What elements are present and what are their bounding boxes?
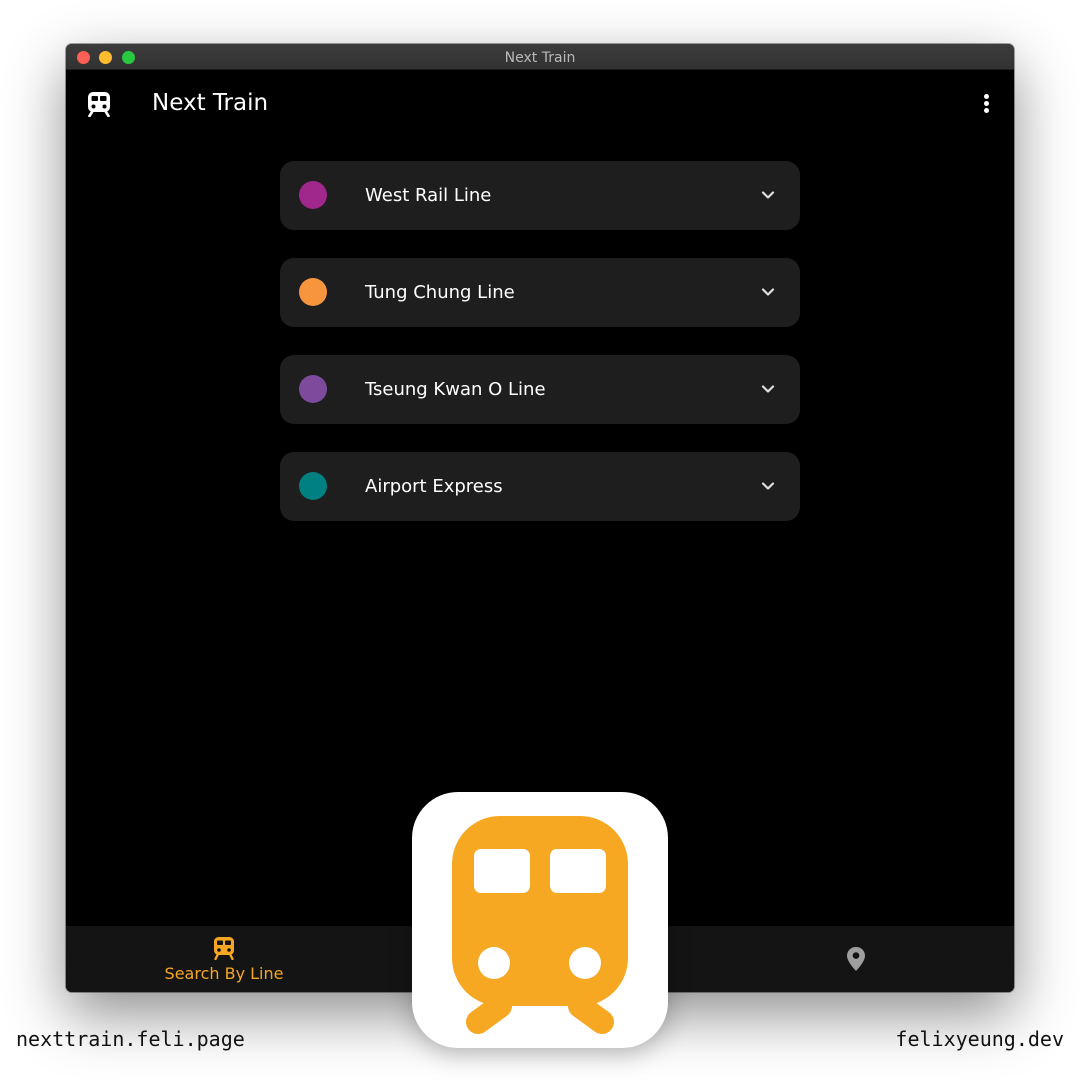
nav-search-by-line[interactable]: Search By Line bbox=[66, 926, 382, 992]
line-card-airport-express[interactable]: Airport Express bbox=[280, 452, 800, 521]
line-color-dot bbox=[299, 375, 327, 403]
line-name: Airport Express bbox=[365, 476, 503, 497]
more-options-button[interactable] bbox=[978, 92, 994, 116]
line-card-west-rail[interactable]: West Rail Line bbox=[280, 161, 800, 230]
app-title: Next Train bbox=[152, 90, 269, 116]
line-color-dot bbox=[299, 181, 327, 209]
nav-nearby[interactable] bbox=[698, 926, 1014, 992]
line-list: West Rail Line Tung Chung Line Tseung Kw… bbox=[280, 161, 800, 549]
chevron-down-icon[interactable] bbox=[760, 478, 776, 494]
line-name: Tseung Kwan O Line bbox=[365, 379, 546, 400]
chevron-down-icon[interactable] bbox=[760, 187, 776, 203]
train-app-icon bbox=[452, 816, 628, 1034]
location-pin-icon bbox=[847, 947, 865, 971]
window-titlebar: Next Train bbox=[66, 44, 1014, 70]
train-icon bbox=[214, 937, 234, 960]
line-card-tseung-kwan-o[interactable]: Tseung Kwan O Line bbox=[280, 355, 800, 424]
nav-label: Search By Line bbox=[164, 964, 284, 983]
chevron-down-icon[interactable] bbox=[760, 381, 776, 397]
line-color-dot bbox=[299, 278, 327, 306]
train-icon bbox=[88, 92, 110, 117]
line-name: West Rail Line bbox=[365, 185, 492, 206]
line-color-dot bbox=[299, 472, 327, 500]
chevron-down-icon[interactable] bbox=[760, 284, 776, 300]
stage: Next Train Next Train West Rail Line Tun… bbox=[0, 0, 1080, 1080]
footer-author: felixyeung.dev bbox=[895, 1027, 1064, 1051]
window-title: Next Train bbox=[504, 50, 576, 66]
line-card-tung-chung[interactable]: Tung Chung Line bbox=[280, 258, 800, 327]
line-name: Tung Chung Line bbox=[365, 282, 515, 303]
app-bar: Next Train bbox=[66, 70, 1014, 138]
footer-website: nexttrain.feli.page bbox=[16, 1027, 245, 1051]
more-vert-icon bbox=[983, 93, 989, 99]
app-icon-overlay bbox=[412, 792, 668, 1048]
